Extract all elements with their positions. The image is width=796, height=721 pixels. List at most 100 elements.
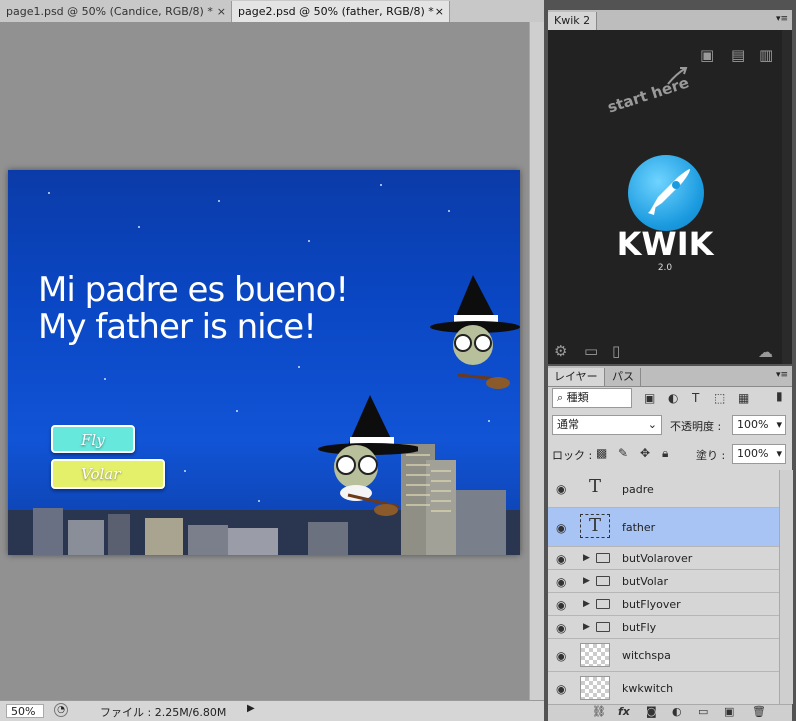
mask-icon[interactable]: ◙ [646,705,657,718]
tab-page2[interactable]: page2.psd @ 50% (father, RGB/8) * × [232,1,450,22]
layer-filter-select[interactable]: ⌕ 種類 [552,388,632,408]
cloud-icon[interactable]: ☁ [758,343,773,361]
eye-icon[interactable]: ◉ [556,521,566,535]
fill-label: 塗り : [696,449,726,462]
fill-field[interactable]: 100% ▾ [732,444,786,464]
star [218,200,220,202]
layer-father[interactable]: ◉ T father [548,508,779,547]
canvas-vertical-scrollbar[interactable] [529,22,545,700]
layer-butvolarover[interactable]: ◉ ▶ butVolarover [548,547,779,570]
blend-mode-value: 通常 [557,418,579,431]
kwik-scrollbar[interactable] [782,30,792,364]
layers-menu-icon[interactable]: ▾≡ [776,370,788,380]
eye-icon[interactable]: ◉ [556,598,566,612]
canvas-area[interactable]: Mi padre es bueno! My father is nice! Fl… [0,22,529,700]
eye-icon[interactable]: ◉ [556,482,566,496]
fill-value: 100% [737,447,769,460]
kwik-logo[interactable] [628,155,704,231]
expand-triangle-icon[interactable]: ▶ [583,622,590,632]
eye-icon[interactable]: ◉ [556,621,566,635]
document-tab-bar: page1.psd @ 50% (Candice, RGB/8) * × pag… [0,0,544,23]
eye-icon[interactable]: ◉ [556,552,566,566]
print-icon[interactable]: ▭ [584,342,598,360]
book-icon[interactable]: ▥ [759,46,773,64]
eye-icon[interactable]: ◉ [556,682,566,696]
status-icon[interactable]: ◔ [54,703,68,717]
link-icon[interactable]: ⛓ [592,705,606,718]
zoom-field[interactable]: 50% [6,704,44,718]
witch-lower [318,395,418,516]
pages-icon[interactable]: ▯ [612,342,620,360]
layer-witchspa[interactable]: ◉ witchspa [548,639,779,672]
star [236,410,238,412]
tab-paths[interactable]: パス [606,368,641,386]
group-icon[interactable]: ▭ [698,705,708,718]
tab-page2-label: page2.psd @ 50% (father, RGB/8) * [238,5,434,18]
expand-triangle-icon[interactable]: ▶ [583,553,590,563]
artboard[interactable]: Mi padre es bueno! My father is nice! Fl… [8,170,520,555]
new-layer-icon[interactable]: ▣ [724,705,734,718]
layer-list-scrollbar[interactable] [779,470,793,704]
adjustment-icon[interactable]: ◐ [672,705,682,718]
eye-icon[interactable]: ◉ [556,649,566,663]
star [308,240,310,242]
layer-butfly[interactable]: ◉ ▶ butFly [548,616,779,639]
layer-name: witchspa [622,649,671,662]
chevron-down-icon: ⌄ [647,418,657,431]
filter-shape-icon[interactable]: ⬚ [714,391,725,405]
tab-page1[interactable]: page1.psd @ 50% (Candice, RGB/8) * × [0,1,232,22]
fx-icon[interactable]: fx [618,705,630,718]
city-skyline [8,444,520,555]
folder-settings-icon[interactable]: ▣ [700,46,714,64]
lock-transparent-icon[interactable]: ▩ [596,446,607,460]
opacity-field[interactable]: 100% ▾ [732,415,786,435]
layer-name: butFlyover [622,598,681,611]
trash-icon[interactable]: 🗑︎ [752,705,766,718]
layer-name: butVolar [622,575,668,588]
gear-icon[interactable]: ⚙ [554,342,567,360]
filter-text-icon[interactable]: T [692,391,699,405]
star [448,210,450,212]
filter-search-icon: ⌕ [557,391,567,404]
filter-smart-icon[interactable]: ▦ [738,391,749,405]
layer-kwkwitch[interactable]: ◉ kwkwitch [548,672,779,704]
star [298,366,300,368]
kwik-title: KWIK [616,225,714,263]
tab-page1-label: page1.psd @ 50% (Candice, RGB/8) * [6,5,213,18]
blend-mode-select[interactable]: 通常 ⌄ [552,415,662,435]
kwik-panel-tabbar: Kwik 2 ▾≡ [548,10,792,31]
rocket-icon [648,169,690,215]
file-info: ファイル : 2.25M/6.80M [100,706,227,719]
star [48,192,50,194]
status-bar: 50% ◔ ファイル : 2.25M/6.80M ▶ [0,700,544,721]
filter-adjust-icon[interactable]: ◐ [668,391,678,405]
eye-icon[interactable]: ◉ [556,575,566,589]
text-layer-icon: T [580,514,610,538]
expand-triangle-icon[interactable]: ▶ [583,576,590,586]
tab-kwik[interactable]: Kwik 2 [548,12,598,30]
text-layer-icon: T [588,476,601,497]
layer-butflyover[interactable]: ◉ ▶ butFlyover [548,593,779,616]
layer-butvolar[interactable]: ◉ ▶ butVolar [548,570,779,593]
expand-triangle-icon[interactable]: ▶ [583,599,590,609]
tab-page1-close-icon[interactable]: × [217,1,226,22]
tab-page2-close-icon[interactable]: × [435,1,444,22]
lock-brush-icon[interactable]: ✎ [618,446,628,460]
lock-move-icon[interactable]: ✥ [640,446,650,460]
filter-toggle[interactable]: ▮ [776,389,783,403]
tab-layers[interactable]: レイヤー [548,368,605,386]
headline-english: My father is nice! [38,307,317,347]
layer-thumbnail [580,643,610,667]
panel-menu-icon[interactable]: ▾≡ [776,14,788,24]
folder-icon [596,553,610,563]
lock-all-icon[interactable]: 🔒︎ [662,446,668,461]
filter-pixel-icon[interactable]: ▣ [644,391,655,405]
layer-name: butVolarover [622,552,693,565]
layer-padre[interactable]: ◉ T padre [548,470,779,508]
layers-panel: レイヤー パス ▾≡ ⌕ 種類 ▣ ◐ T ⬚ ▦ ▮ 通常 ⌄ 不透明度 : … [548,366,793,721]
folder-icon [596,599,610,609]
status-menu-arrow-icon[interactable]: ▶ [247,703,255,714]
arrow-icon [667,67,688,85]
witch-upper [430,275,520,389]
folder-icon[interactable]: ▤ [731,46,745,64]
